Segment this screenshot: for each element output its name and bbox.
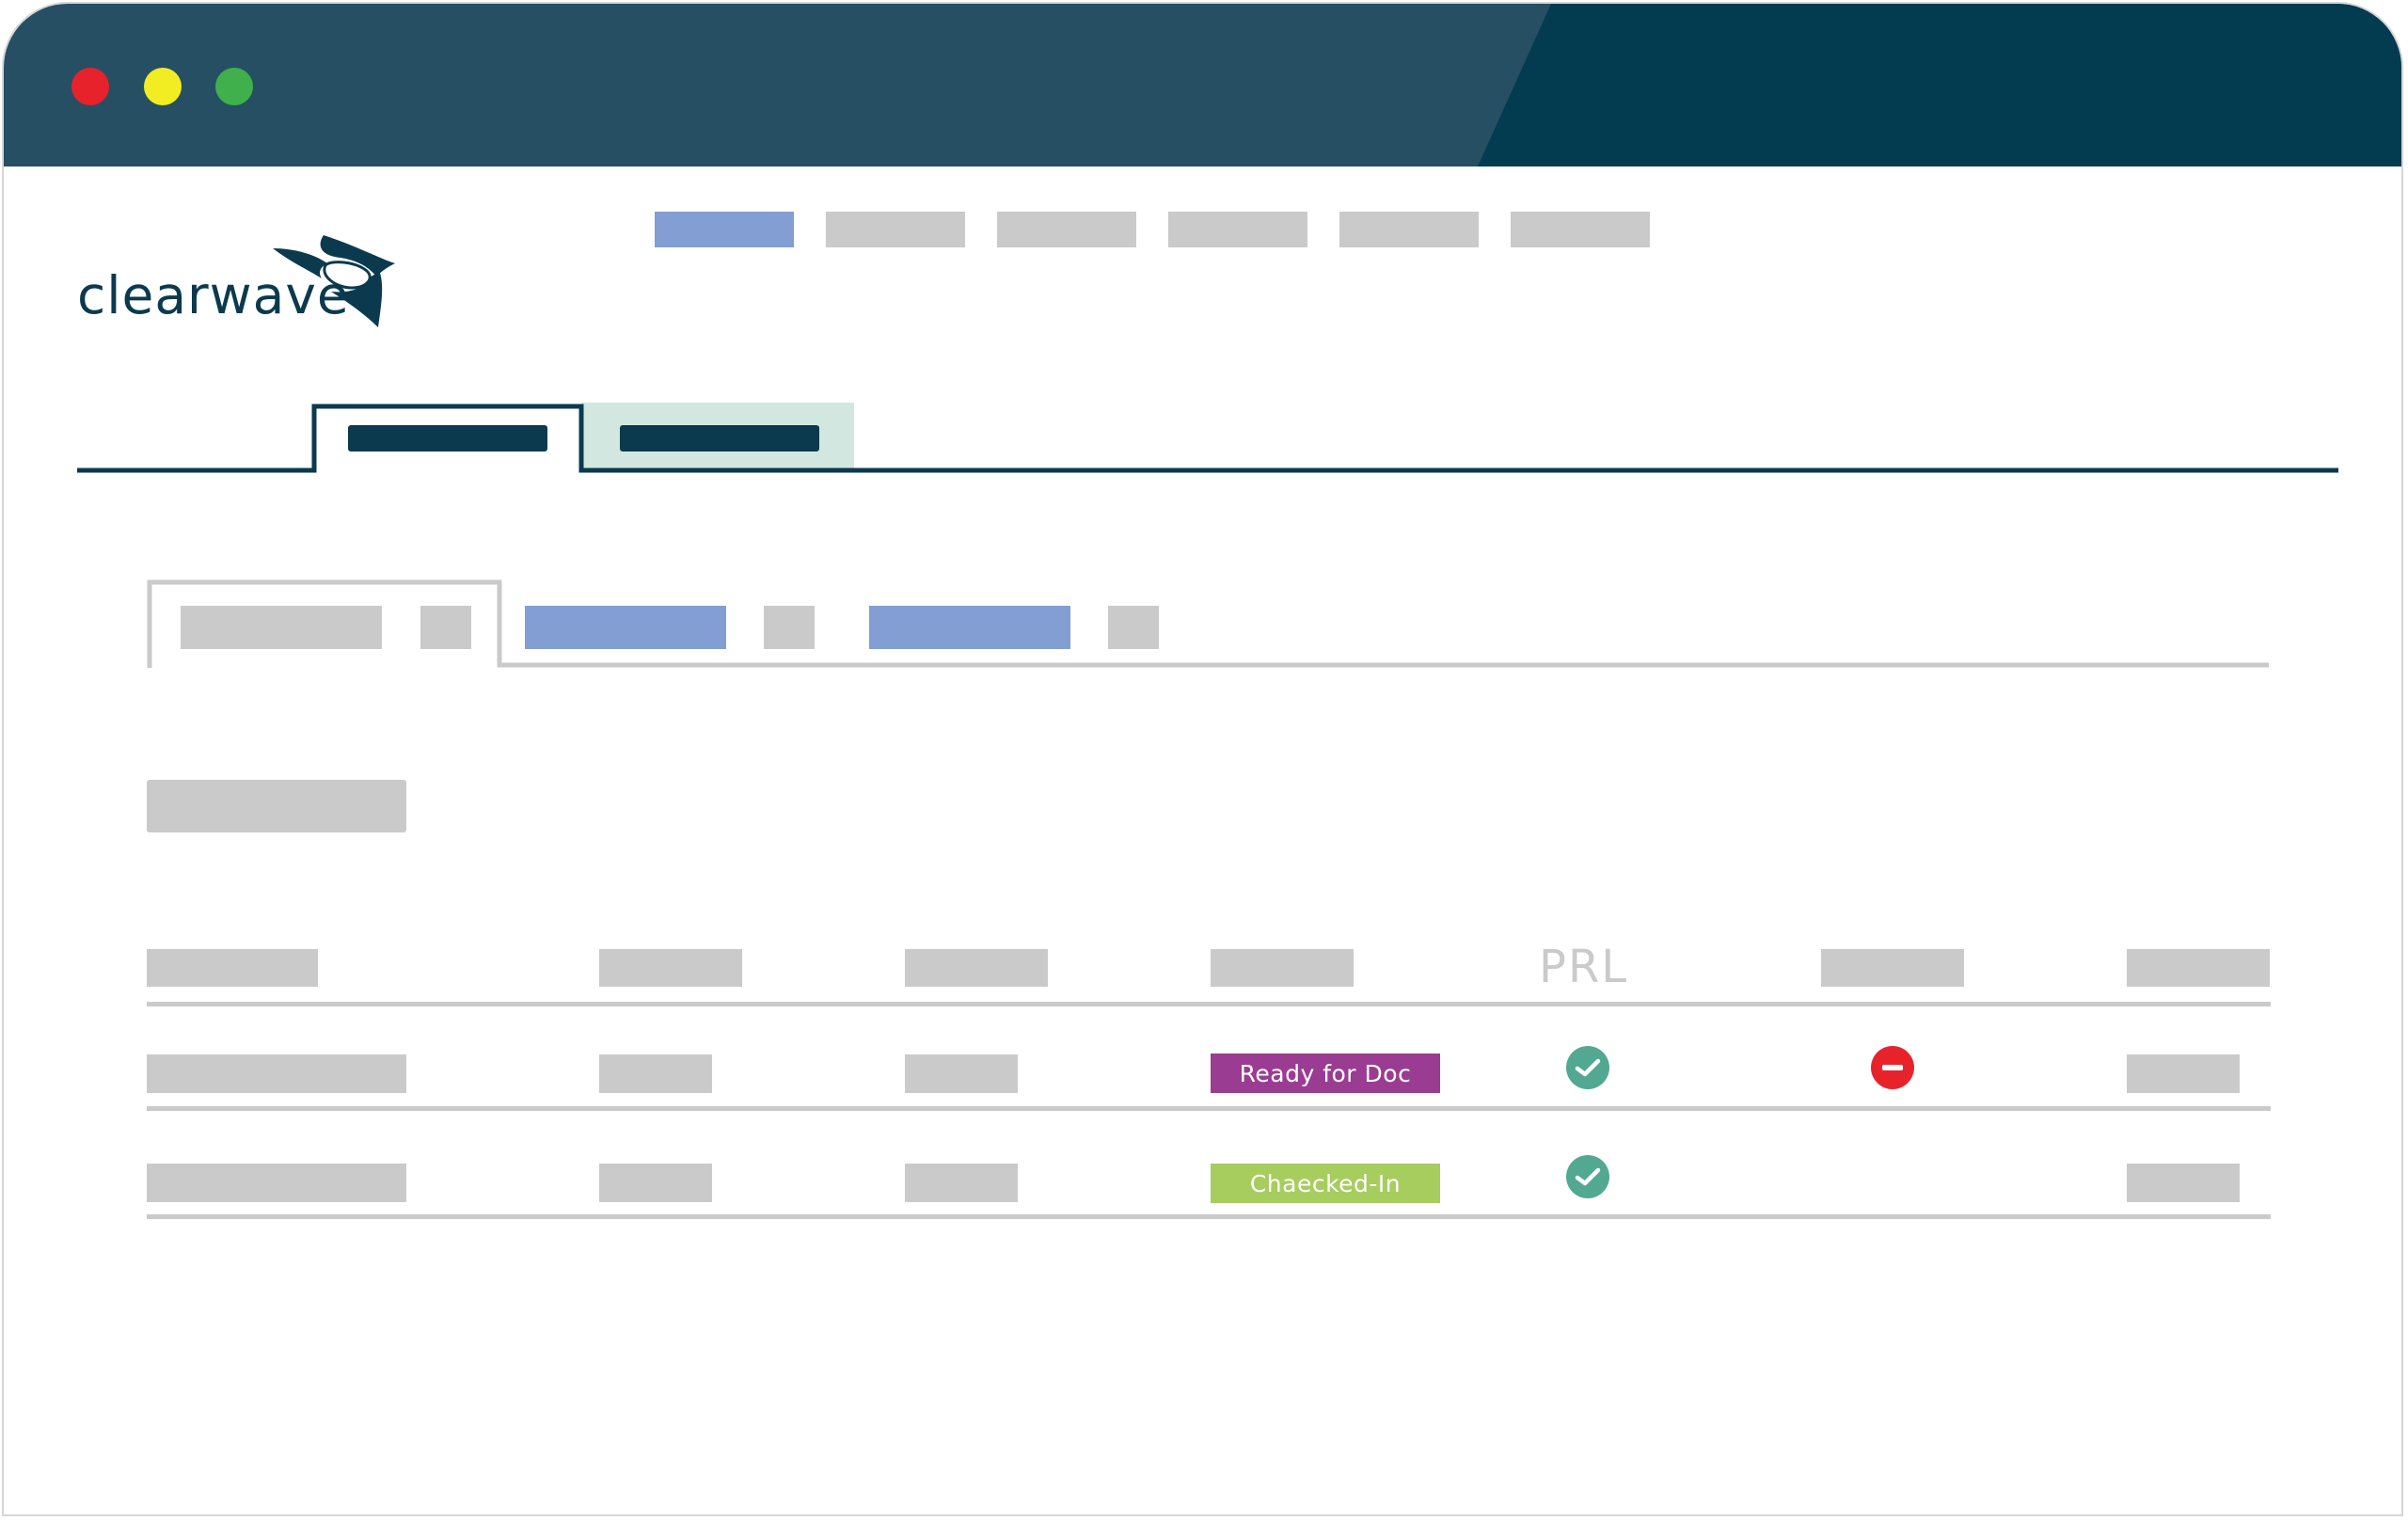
browser-window: clearwave PRL Ready for Doc Chaecked-In: [2, 2, 2403, 1516]
row-1-cell-2: [599, 1054, 712, 1093]
section-title: [147, 780, 406, 832]
tab-primary-second-label[interactable]: [620, 425, 819, 452]
subtab-3-count: [1108, 606, 1159, 649]
row-2-cell-7: [2127, 1164, 2240, 1202]
column-header-7[interactable]: [2127, 949, 2270, 987]
column-header-1[interactable]: [147, 949, 318, 987]
row-1-cell-7: [2127, 1054, 2240, 1093]
header-divider: [147, 1002, 2271, 1006]
row-divider: [147, 1214, 2271, 1219]
column-header-prl[interactable]: PRL: [1539, 941, 1628, 993]
row-2-cell-name: [147, 1164, 406, 1202]
check-icon: [1566, 1046, 1609, 1089]
column-header-6[interactable]: [1821, 949, 1964, 987]
column-header-3[interactable]: [905, 949, 1048, 987]
blocked-icon: [1871, 1046, 1914, 1089]
subtab-active-count: [420, 606, 471, 649]
subtab-2-count: [764, 606, 815, 649]
column-header-status[interactable]: [1211, 949, 1354, 987]
check-icon: [1566, 1155, 1609, 1198]
row-2-cell-2: [599, 1164, 712, 1202]
row-divider: [147, 1106, 2271, 1111]
row-1-cell-name: [147, 1054, 406, 1093]
status-badge: Chaecked-In: [1211, 1164, 1440, 1203]
status-badge: Ready for Doc: [1211, 1054, 1440, 1093]
subtab-2-label[interactable]: [525, 606, 726, 649]
row-1-cell-3: [905, 1054, 1018, 1093]
column-header-2[interactable]: [599, 949, 742, 987]
subtab-active-label[interactable]: [181, 606, 382, 649]
row-2-cell-3: [905, 1164, 1018, 1202]
subtab-3-label[interactable]: [869, 606, 1070, 649]
tab-primary-active-label[interactable]: [348, 425, 547, 452]
